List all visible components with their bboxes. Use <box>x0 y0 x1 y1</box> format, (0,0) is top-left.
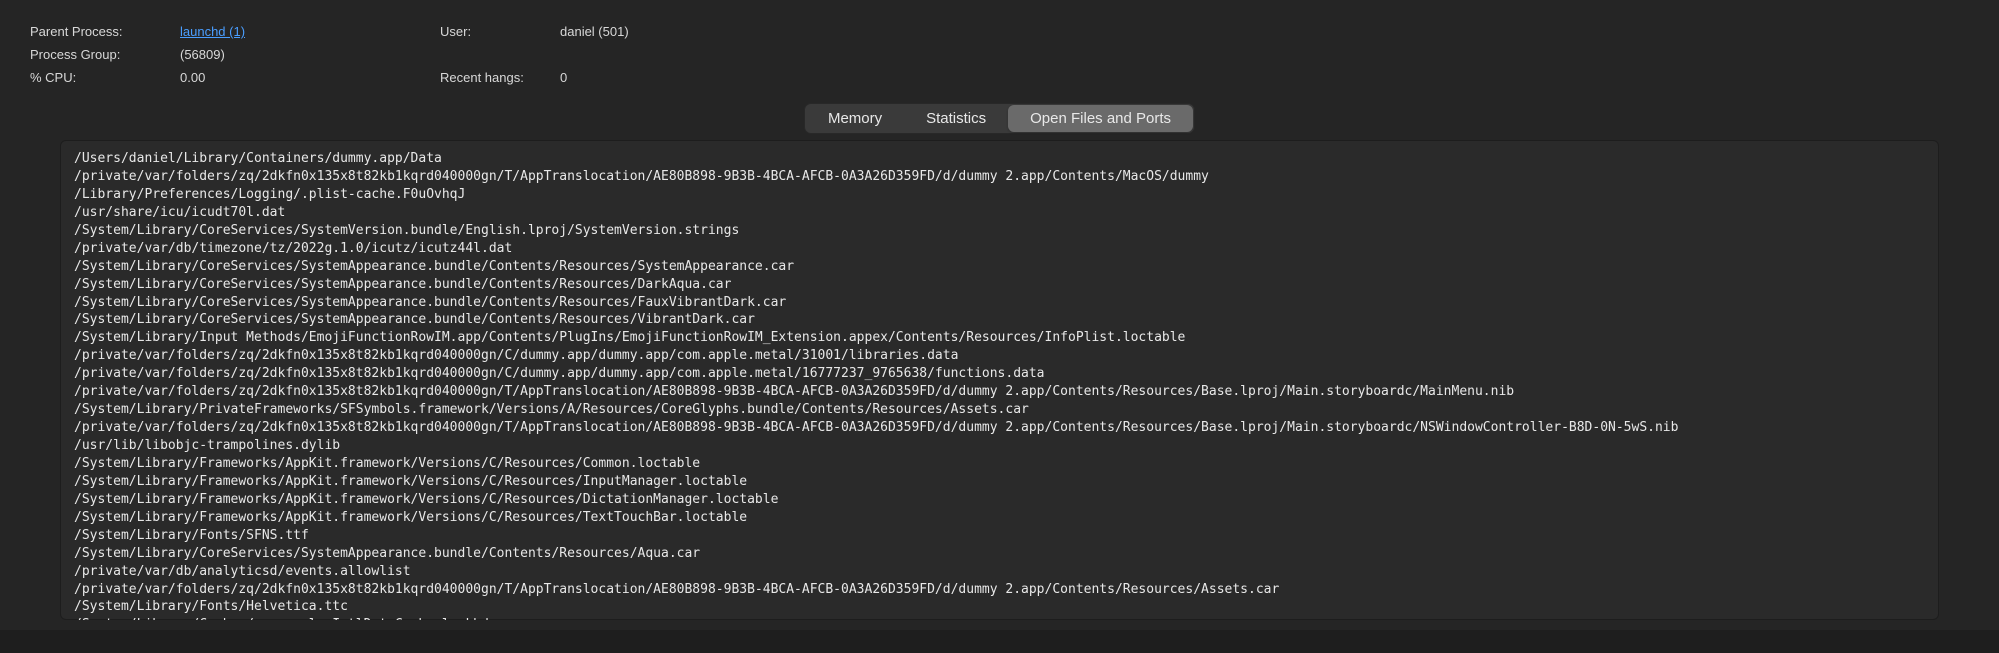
tab-open-files[interactable]: Open Files and Ports <box>1008 105 1193 132</box>
file-line[interactable]: /System/Library/CoreServices/SystemVersi… <box>74 222 1925 240</box>
file-line[interactable]: /System/Library/Fonts/SFNS.ttf <box>74 527 1925 545</box>
file-line[interactable]: /System/Library/Frameworks/AppKit.framew… <box>74 473 1925 491</box>
file-line[interactable]: /System/Library/Fonts/Helvetica.ttc <box>74 598 1925 616</box>
parent-process-link[interactable]: launchd (1) <box>180 24 245 39</box>
file-line[interactable]: /private/var/folders/zq/2dkfn0x135x8t82k… <box>74 365 1925 383</box>
file-line[interactable]: /System/Library/PrivateFrameworks/SFSymb… <box>74 401 1925 419</box>
file-line[interactable]: /System/Library/CoreServices/SystemAppea… <box>74 294 1925 312</box>
file-line[interactable]: /System/Library/Frameworks/AppKit.framew… <box>74 455 1925 473</box>
tab-bar: Memory Statistics Open Files and Ports <box>30 103 1969 134</box>
file-line[interactable]: /System/Library/CoreServices/SystemAppea… <box>74 276 1925 294</box>
file-line[interactable]: /System/Library/Caches/com.apple.IntlDat… <box>74 616 1925 620</box>
recent-hangs-value: 0 <box>560 70 567 85</box>
file-line[interactable]: /private/var/folders/zq/2dkfn0x135x8t82k… <box>74 168 1925 186</box>
file-line[interactable]: /Users/daniel/Library/Containers/dummy.a… <box>74 150 1925 168</box>
file-line[interactable]: /private/var/folders/zq/2dkfn0x135x8t82k… <box>74 383 1925 401</box>
file-line[interactable]: /System/Library/Input Methods/EmojiFunct… <box>74 329 1925 347</box>
tab-statistics[interactable]: Statistics <box>904 105 1008 132</box>
user-value: daniel (501) <box>560 24 629 39</box>
info-row-3: % CPU: 0.00 Recent hangs: 0 <box>30 70 1969 85</box>
info-row-2: Process Group: (56809) <box>30 47 1969 62</box>
parent-process-label: Parent Process: <box>30 24 170 39</box>
process-info-panel: Parent Process: launchd (1) User: daniel… <box>0 0 1999 630</box>
cpu-label: % CPU: <box>30 70 170 85</box>
open-files-panel[interactable]: /Users/daniel/Library/Containers/dummy.a… <box>60 140 1939 620</box>
file-line[interactable]: /usr/share/icu/icudt70l.dat <box>74 204 1925 222</box>
file-list: /Users/daniel/Library/Containers/dummy.a… <box>74 150 1925 620</box>
process-group-value: (56809) <box>180 47 225 62</box>
segmented-control: Memory Statistics Open Files and Ports <box>804 103 1195 134</box>
tab-memory[interactable]: Memory <box>806 105 904 132</box>
file-line[interactable]: /System/Library/Frameworks/AppKit.framew… <box>74 491 1925 509</box>
file-line[interactable]: /private/var/folders/zq/2dkfn0x135x8t82k… <box>74 581 1925 599</box>
file-line[interactable]: /Library/Preferences/Logging/.plist-cach… <box>74 186 1925 204</box>
cpu-value: 0.00 <box>180 70 205 85</box>
file-line[interactable]: /System/Library/Frameworks/AppKit.framew… <box>74 509 1925 527</box>
recent-hangs-label: Recent hangs: <box>440 70 550 85</box>
file-line[interactable]: /System/Library/CoreServices/SystemAppea… <box>74 311 1925 329</box>
file-line[interactable]: /private/var/db/timezone/tz/2022g.1.0/ic… <box>74 240 1925 258</box>
process-group-label: Process Group: <box>30 47 170 62</box>
file-line[interactable]: /usr/lib/libobjc-trampolines.dylib <box>74 437 1925 455</box>
file-line[interactable]: /System/Library/CoreServices/SystemAppea… <box>74 545 1925 563</box>
user-label: User: <box>440 24 550 39</box>
file-line[interactable]: /private/var/folders/zq/2dkfn0x135x8t82k… <box>74 347 1925 365</box>
file-line[interactable]: /private/var/folders/zq/2dkfn0x135x8t82k… <box>74 419 1925 437</box>
file-line[interactable]: /System/Library/CoreServices/SystemAppea… <box>74 258 1925 276</box>
file-line[interactable]: /private/var/db/analyticsd/events.allowl… <box>74 563 1925 581</box>
info-row-1: Parent Process: launchd (1) User: daniel… <box>30 24 1969 39</box>
